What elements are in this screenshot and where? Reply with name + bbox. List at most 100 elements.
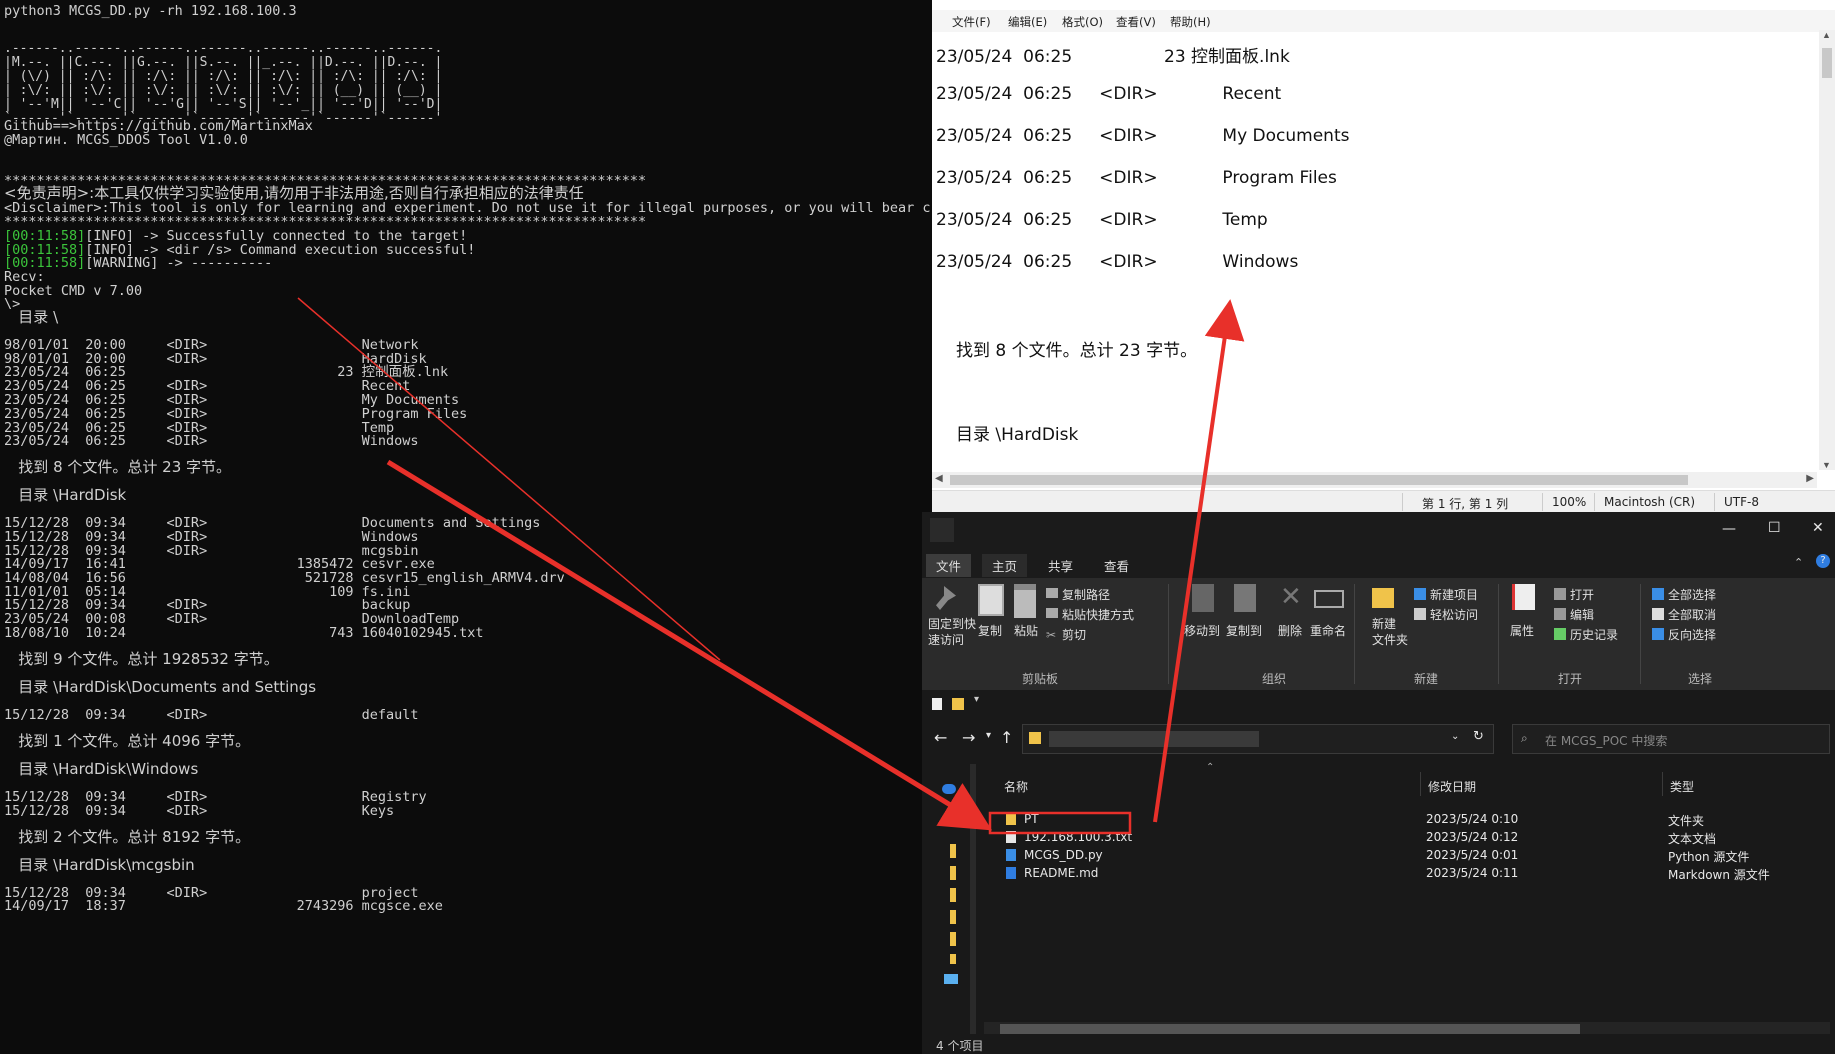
file-name: MCGS_DD.py — [1024, 848, 1103, 862]
terminal-summary-line: 目录 \ — [4, 308, 59, 326]
nav-scrollbar[interactable] — [970, 764, 976, 1034]
notepad-window[interactable]: 文件(F) 编辑(E) 格式(O) 查看(V) 帮助(H) 23/05/24 0… — [932, 0, 1835, 513]
text-file-icon — [1006, 831, 1016, 843]
scroll-up-icon[interactable]: ▲ — [1822, 30, 1831, 40]
up-icon[interactable]: ↑ — [1000, 728, 1013, 747]
properties-icon[interactable] — [932, 698, 942, 710]
group-clipboard-label: 剪贴板 — [1022, 672, 1059, 686]
rename-button[interactable]: 重命名 — [1310, 622, 1346, 639]
easy-access-button[interactable]: 轻松访问 — [1430, 606, 1478, 623]
menu-format[interactable]: 格式(O) — [1062, 14, 1103, 30]
tab-file[interactable]: 文件 — [926, 554, 972, 577]
address-bar[interactable]: ⌄ ↻ — [1022, 724, 1494, 754]
minimize-button[interactable]: — — [1722, 521, 1736, 537]
item-count: 4 个项目 — [936, 1039, 984, 1053]
group-new-label: 新建 — [1414, 672, 1439, 686]
new-folder-button[interactable]: 新建 文件夹 — [1372, 616, 1408, 648]
scroll-right-icon[interactable]: ▶ — [1806, 473, 1814, 484]
copy-to-button[interactable]: 复制到 — [1226, 622, 1262, 639]
tab-share[interactable]: 共享 — [1038, 554, 1083, 577]
terminal-window[interactable]: python3 MCGS_DD.py -rh 192.168.100.3 .--… — [0, 0, 930, 1054]
folder-icon[interactable] — [952, 698, 964, 710]
terminal-output-line: 14/09/17 18:37 2743296 mcgsce.exe — [4, 898, 443, 914]
terminal-output-line: 15/12/28 09:34 <DIR> Keys — [4, 803, 395, 819]
rename-icon — [1314, 590, 1344, 608]
redacted-path — [1049, 731, 1259, 747]
chevron-down-icon[interactable]: ⌄ — [1451, 731, 1459, 742]
search-input[interactable]: 在 MCGS_POC 中搜索 — [1545, 732, 1667, 749]
refresh-icon[interactable]: ↻ — [1473, 729, 1484, 744]
select-none-button[interactable]: 全部取消 — [1668, 606, 1716, 623]
new-folder-icon — [1372, 588, 1394, 608]
forward-icon[interactable]: → — [962, 728, 975, 747]
recent-locations-icon[interactable]: ▾ — [986, 730, 991, 741]
tab-view[interactable]: 查看 — [1094, 554, 1139, 577]
chevron-down-icon[interactable]: ▾ — [974, 694, 979, 705]
column-date[interactable]: 修改日期 — [1428, 778, 1476, 795]
file-row[interactable]: PT 2023/5/24 0:10 文件夹 — [922, 810, 1822, 828]
file-row[interactable]: 192.168.100.3.txt 2023/5/24 0:12 文本文档 — [922, 828, 1822, 846]
menu-edit[interactable]: 编辑(E) — [1008, 14, 1047, 30]
new-item-button[interactable]: 新建项目 — [1430, 586, 1478, 603]
delete-button[interactable]: 删除 — [1278, 622, 1302, 639]
properties-button[interactable]: 属性 — [1510, 622, 1534, 639]
column-type[interactable]: 类型 — [1670, 778, 1694, 795]
select-all-icon — [1652, 588, 1664, 600]
scroll-left-icon[interactable]: ◀ — [935, 473, 943, 484]
copy-button[interactable]: 复制 — [978, 622, 1002, 639]
invert-selection-button[interactable]: 反向选择 — [1668, 626, 1716, 643]
tab-home[interactable]: 主页 — [982, 554, 1028, 577]
ribbon-home: 固定到快 速访问 复制 粘贴 复制路径 粘贴快捷方式 ✂ 剪切 剪贴板 移动到 … — [922, 578, 1835, 690]
onedrive-icon[interactable] — [942, 784, 956, 794]
back-icon[interactable]: ← — [934, 728, 947, 747]
menu-view[interactable]: 查看(V) — [1116, 14, 1156, 30]
menu-file[interactable]: 文件(F) — [952, 14, 991, 30]
group-open-label: 打开 — [1558, 672, 1583, 686]
file-row[interactable]: README.md 2023/5/24 0:11 Markdown 源文件 — [922, 864, 1822, 882]
scroll-thumb[interactable] — [1822, 48, 1832, 78]
select-all-button[interactable]: 全部选择 — [1668, 586, 1716, 603]
column-name[interactable]: 名称 — [1004, 778, 1028, 795]
history-button[interactable]: 历史记录 — [1570, 626, 1618, 643]
notepad-line: 找到 8 个文件。总计 23 字节。 — [956, 341, 1198, 361]
paste-shortcut-button[interactable]: 粘贴快捷方式 — [1062, 606, 1134, 623]
group-select-label: 选择 — [1688, 672, 1713, 686]
cut-button[interactable]: 剪切 — [1062, 626, 1086, 643]
close-button[interactable]: ✕ — [1812, 520, 1824, 536]
notepad-line: 23/05/24 06:25 <DIR> Program Files — [936, 168, 1337, 188]
scroll-thumb[interactable] — [950, 475, 1688, 485]
notepad-text-area[interactable]: 23/05/24 06:25 23 控制面板.lnk 23/05/24 06:25… — [932, 30, 1812, 470]
ribbon-collapse-icon[interactable]: ⌃ — [1794, 556, 1803, 569]
computer-icon[interactable] — [944, 974, 958, 984]
file-date: 2023/5/24 0:12 — [1426, 830, 1519, 844]
open-icon — [1554, 588, 1566, 600]
search-icon: ⌕ — [1521, 731, 1528, 745]
terminal-summary-line: 目录 \HardDisk — [4, 486, 127, 504]
status-divider — [1402, 493, 1403, 511]
select-none-icon — [1652, 608, 1664, 620]
pin-quick-access-button[interactable]: 固定到快 速访问 — [928, 616, 976, 648]
status-divider — [1594, 493, 1595, 511]
copy-path-button[interactable]: 复制路径 — [1062, 586, 1110, 603]
edit-button[interactable]: 编辑 — [1570, 606, 1594, 623]
terminal-summary-line: 目录 \HardDisk\Documents and Settings — [4, 678, 317, 696]
notepad-line: 23/05/24 06:25 <DIR> Temp — [936, 210, 1268, 230]
status-divider — [1542, 493, 1543, 511]
paste-button[interactable]: 粘贴 — [1014, 622, 1038, 639]
help-icon[interactable]: ? — [1816, 554, 1830, 568]
folder-icon — [1006, 813, 1016, 825]
search-box[interactable]: ⌕ 在 MCGS_POC 中搜索 — [1512, 724, 1830, 754]
scroll-thumb[interactable] — [1000, 1024, 1580, 1034]
open-button[interactable]: 打开 — [1570, 586, 1594, 603]
file-row[interactable]: MCGS_DD.py 2023/5/24 0:01 Python 源文件 — [922, 846, 1822, 864]
move-to-button[interactable]: 移动到 — [1184, 622, 1220, 639]
scroll-down-icon[interactable]: ▼ — [1822, 460, 1831, 470]
vertical-scrollbar[interactable]: ▲ ▼ — [1819, 30, 1835, 470]
menu-help[interactable]: 帮助(H) — [1170, 14, 1211, 30]
address-bar-row: ← → ▾ ↑ ⌄ ↻ ⌕ 在 MCGS_POC 中搜索 — [922, 718, 1835, 764]
folder-icon — [1029, 732, 1041, 744]
file-explorer-window[interactable]: — ☐ ✕ 文件 主页 共享 查看 ⌃ ? 固定到快 速访问 复制 粘贴 复制路… — [922, 512, 1835, 1054]
horizontal-scrollbar[interactable]: ◀ ▶ — [932, 472, 1817, 488]
file-type: Python 源文件 — [1668, 850, 1750, 864]
maximize-button[interactable]: ☐ — [1768, 520, 1781, 536]
